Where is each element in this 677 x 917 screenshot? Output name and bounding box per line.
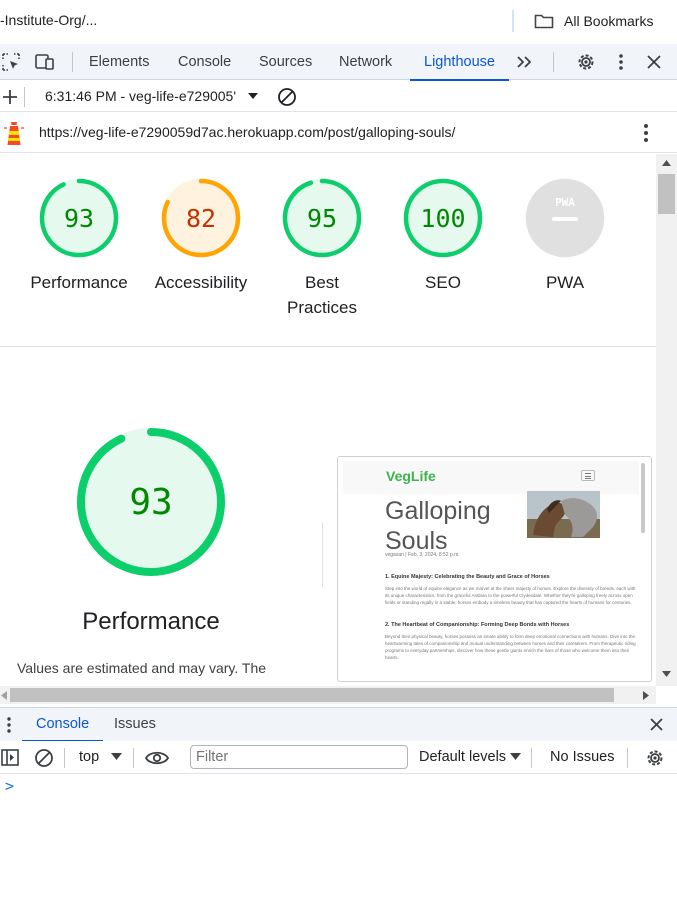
thumb-paragraph-2: Beyond their physical beauty, horses pos…	[385, 634, 636, 660]
scroll-down-icon[interactable]	[662, 671, 671, 677]
devtools-tabbar: Elements Console Sources Network Lightho…	[0, 44, 677, 81]
report-menu-icon[interactable]	[642, 123, 650, 143]
toolbar-divider	[24, 87, 25, 107]
scroll-up-icon[interactable]	[662, 160, 671, 166]
gauge-performance[interactable]: 93	[37, 176, 121, 260]
chevron-down-icon[interactable]	[111, 753, 122, 761]
toolbar-divider	[531, 748, 532, 768]
log-levels-dropdown[interactable]: Default levels	[419, 749, 506, 765]
thumb-paragraph-1: Step into the world of equine elegance a…	[385, 586, 636, 605]
device-toolbar-icon[interactable]	[35, 53, 55, 71]
pwa-dash-icon	[552, 217, 578, 221]
toolbar-divider	[627, 748, 628, 768]
gauge-score: 93	[64, 204, 94, 233]
sidebar-toggle-icon[interactable]	[1, 749, 19, 766]
tab-sources[interactable]: Sources	[259, 44, 312, 80]
report-url[interactable]: https://veg-life-e7290059d7ac.herokuapp.…	[39, 124, 455, 140]
folder-icon	[534, 14, 554, 29]
lighthouse-report: 93 Performance 82 Accessibility 95 Best Practi…	[0, 154, 656, 686]
toolbar-divider	[64, 748, 65, 768]
report-url-bar: https://veg-life-e7290059d7ac.herokuapp.…	[0, 113, 677, 153]
lighthouse-icon	[4, 122, 24, 145]
tab-network[interactable]: Network	[339, 44, 392, 80]
thumb-scrollbar	[641, 463, 645, 533]
clear-console-icon[interactable]	[34, 748, 54, 768]
plus-icon[interactable]	[2, 89, 18, 105]
inspect-element-icon[interactable]	[2, 53, 20, 71]
console-output[interactable]: >	[0, 774, 677, 917]
drawer-menu-icon[interactable]	[6, 716, 12, 734]
context-selector[interactable]: top	[79, 749, 99, 765]
toolbar-divider	[133, 748, 134, 768]
performance-score-large: 93	[129, 482, 172, 523]
thumb-meta: vegasan | Feb. 3, 2024, 8:52 p.m.	[385, 552, 460, 558]
issues-counter[interactable]: No Issues	[550, 749, 614, 765]
pwa-badge-text: PWA	[555, 196, 575, 209]
report-selector[interactable]: 6:31:46 PM - veg-life-e729005'	[45, 88, 245, 104]
estimate-note: Values are estimated and may vary. The	[17, 660, 267, 676]
thumb-menu-icon	[581, 470, 595, 481]
scroll-right-icon[interactable]	[643, 691, 649, 700]
gauge-label-performance: Performance	[30, 273, 128, 292]
all-bookmarks-label: All Bookmarks	[564, 13, 654, 29]
gauge-divider	[322, 523, 323, 587]
page-screenshot-thumbnail[interactable]: VegLife Galloping Souls vegasan | Feb. 3…	[337, 456, 652, 682]
chevron-down-icon[interactable]	[247, 92, 259, 100]
bookmark-item[interactable]: -Institute-Org/...	[0, 12, 97, 28]
performance-title: Performance	[82, 608, 220, 635]
horse-image	[527, 491, 600, 538]
bookmarks-bar: -Institute-Org/... All Bookmarks	[0, 0, 677, 42]
drawer-tab-issues[interactable]: Issues	[114, 708, 156, 741]
lighthouse-toolbar: 6:31:46 PM - veg-life-e729005'	[0, 81, 677, 112]
console-filter-input[interactable]	[190, 745, 408, 769]
thumb-title-line1: Galloping	[385, 497, 491, 525]
report-horizontal-scrollbar[interactable]	[0, 686, 656, 704]
toolbar-divider	[72, 52, 73, 72]
gauge-best[interactable]: 95	[280, 176, 364, 260]
chevron-down-icon[interactable]	[510, 753, 521, 761]
console-settings-gear-icon[interactable]	[645, 748, 665, 768]
tab-elements[interactable]: Elements	[89, 44, 149, 80]
gauge-accessibility[interactable]: 82	[159, 176, 243, 260]
scroll-left-icon[interactable]	[1, 691, 7, 700]
thumb-heading-1: 1. Equine Majesty: Celebrating the Beaut…	[385, 574, 550, 580]
bookmarks-separator	[512, 10, 514, 32]
drawer-tabbar: Console Issues	[0, 707, 677, 742]
console-prompt[interactable]: >	[5, 777, 14, 795]
gauge-label-accessibility: Accessibility	[154, 273, 248, 292]
more-options-icon[interactable]	[617, 53, 625, 71]
live-expression-eye-icon[interactable]	[145, 750, 169, 766]
close-devtools-icon[interactable]	[647, 55, 661, 69]
settings-gear-icon[interactable]	[576, 52, 596, 72]
gauge-label-best: Best Practices	[287, 273, 357, 317]
section-divider	[0, 346, 656, 347]
gauge-pwa[interactable]: PWA	[523, 176, 607, 260]
gauge-score: 95	[307, 204, 337, 233]
thumb-brand: VegLife	[386, 468, 436, 484]
gauge-label-seo: SEO	[425, 273, 461, 292]
gauge-seo[interactable]: 100	[401, 176, 485, 260]
performance-gauge-large[interactable]: 93	[75, 426, 227, 578]
tab-console[interactable]: Console	[178, 44, 231, 80]
close-drawer-icon[interactable]	[650, 718, 663, 731]
tab-lighthouse[interactable]: Lighthouse	[410, 44, 509, 81]
vertical-scroll-thumb[interactable]	[658, 174, 675, 214]
thumb-heading-2: 2. The Heartbeat of Companionship: Formi…	[385, 622, 570, 628]
gauge-score: 82	[186, 204, 216, 233]
all-bookmarks-button[interactable]: All Bookmarks	[534, 10, 653, 32]
gauge-label-pwa: PWA	[545, 273, 585, 292]
drawer-tab-console[interactable]: Console	[21, 708, 104, 742]
toolbar-divider	[553, 52, 554, 72]
report-vertical-scrollbar[interactable]	[656, 154, 677, 686]
gauge-score: 100	[420, 204, 465, 233]
horizontal-scroll-thumb[interactable]	[10, 688, 614, 702]
clear-icon[interactable]	[277, 87, 297, 107]
console-toolbar: top Default levels No Issues	[0, 741, 677, 774]
more-tabs-icon[interactable]	[516, 55, 534, 69]
